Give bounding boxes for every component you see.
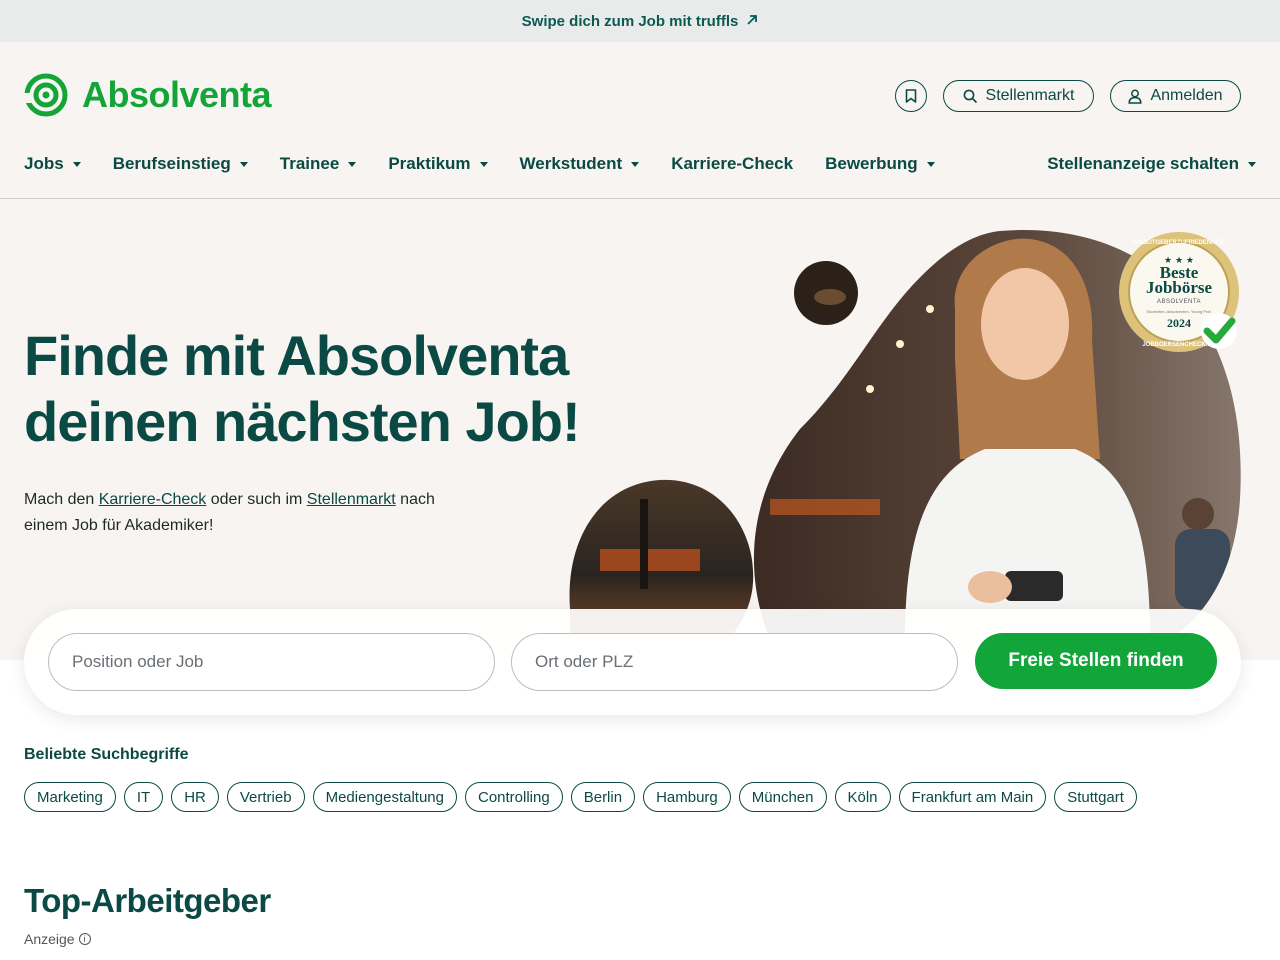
chevron-down-icon <box>239 161 248 167</box>
site-header: Absolventa Stellenmarkt Anmelden Jobs Be… <box>0 42 1280 199</box>
chevron-down-icon <box>72 161 81 167</box>
badge-brand: ABSOLVENTA <box>1156 299 1202 305</box>
nav-label: Berufseinstieg <box>112 154 231 173</box>
person-background-body <box>1175 529 1230 609</box>
chevron-down-icon <box>479 161 488 167</box>
nav-label: Werkstudent <box>519 154 623 173</box>
user-icon <box>1128 89 1143 104</box>
nav-item-berufseinstieg[interactable]: Berufseinstieg <box>113 154 248 174</box>
nav-item-werkstudent[interactable]: Werkstudent <box>520 154 640 174</box>
hero-image <box>569 230 1241 640</box>
anmelden-button[interactable]: Anmelden <box>1110 80 1241 112</box>
award-badge: ARBEITGEBERZUFRIEDENHEIT JOBBOERSENCHECK… <box>1117 230 1241 354</box>
position-input[interactable] <box>48 633 495 691</box>
nav-item-jobs[interactable]: Jobs <box>24 154 81 174</box>
nav-item-trainee[interactable]: Trainee <box>280 154 357 174</box>
smartphone <box>1005 571 1063 601</box>
promo-banner[interactable]: Swipe dich zum Job mit truffls <box>0 0 1280 42</box>
search-chip[interactable]: Hamburg <box>643 782 731 812</box>
absolventa-logo-icon <box>24 73 68 117</box>
svg-text:ARBEITGEBERZUFRIEDENHEIT: ARBEITGEBERZUFRIEDENHEIT <box>1133 240 1225 246</box>
bookmark-button[interactable] <box>895 80 927 112</box>
nav-item-stellenanzeige-schalten[interactable]: Stellenanzeige schalten <box>1047 154 1256 174</box>
search-icon <box>963 89 978 104</box>
search-chip[interactable]: Berlin <box>570 782 636 812</box>
top-employers-title: Top-Arbeitgeber <box>24 882 271 919</box>
hand <box>968 571 1012 603</box>
job-search-form: Freie Stellen finden <box>24 609 1241 715</box>
search-chip[interactable]: Stuttgart <box>1054 782 1137 812</box>
ceiling-light <box>926 305 934 313</box>
search-chip[interactable]: IT <box>123 782 164 812</box>
chevron-down-icon <box>1248 161 1256 167</box>
main-nav: Jobs Berufseinstieg Trainee Praktikum We… <box>24 152 1256 176</box>
nav-label: Stellenanzeige schalten <box>1047 154 1239 173</box>
promo-banner-text[interactable]: Swipe dich zum Job mit truffls <box>522 13 739 30</box>
nav-item-karriere-check[interactable]: Karriere-Check <box>671 154 793 174</box>
ad-label-text: Anzeige <box>24 931 75 947</box>
search-chip[interactable]: Controlling <box>465 782 563 812</box>
search-chip[interactable]: Mediengestaltung <box>312 782 457 812</box>
stellenmarkt-button[interactable]: Stellenmarkt <box>943 80 1094 112</box>
logo[interactable]: Absolventa <box>24 73 272 117</box>
location-input[interactable] <box>511 633 958 691</box>
nav-label: Praktikum <box>388 154 471 173</box>
chevron-down-icon <box>348 161 357 167</box>
woman-face <box>981 268 1069 380</box>
cafe-table <box>770 499 880 515</box>
stellenmarkt-label: Stellenmarkt <box>985 87 1075 104</box>
ceiling-light <box>896 340 904 348</box>
search-chip[interactable]: HR <box>171 782 219 812</box>
chevron-down-icon <box>631 161 640 167</box>
search-jobs-button[interactable]: Freie Stellen finden <box>975 633 1217 689</box>
decor-circle-light <box>814 289 846 305</box>
logo-text: Absolventa <box>82 74 272 115</box>
arrow-up-right-icon <box>746 13 758 30</box>
ad-label: Anzeige i <box>24 931 91 947</box>
popular-searches-title: Beliebte Suchbegriffe <box>24 746 189 763</box>
person-background-head <box>1182 498 1214 530</box>
search-chip[interactable]: Vertrieb <box>226 782 305 812</box>
popular-searches-list: Marketing IT HR Vertrieb Mediengestaltun… <box>24 782 1137 812</box>
search-chip[interactable]: Frankfurt am Main <box>898 782 1047 812</box>
chevron-down-icon <box>926 161 935 167</box>
nav-item-praktikum[interactable]: Praktikum <box>388 154 488 174</box>
nav-label: Bewerbung <box>825 154 918 173</box>
nav-label: Karriere-Check <box>671 154 794 173</box>
checkmark-icon <box>1201 313 1237 349</box>
hero-section: Finde mit Absolventa deinen nächsten Job… <box>0 199 1280 660</box>
search-chip[interactable]: Marketing <box>24 782 116 812</box>
bookmark-icon <box>905 89 917 103</box>
secondary-blob-detail <box>640 499 648 589</box>
search-chip[interactable]: München <box>738 782 827 812</box>
badge-line2: Jobbörse <box>1145 278 1213 297</box>
info-icon[interactable]: i <box>78 933 91 945</box>
nav-label: Jobs <box>24 154 64 173</box>
secondary-blob-detail <box>600 549 700 571</box>
nav-item-bewerbung[interactable]: Bewerbung <box>825 154 935 174</box>
anmelden-label: Anmelden <box>1150 87 1223 104</box>
search-chip[interactable]: Köln <box>834 782 891 812</box>
nav-label: Trainee <box>279 154 340 173</box>
ceiling-light <box>866 385 874 393</box>
